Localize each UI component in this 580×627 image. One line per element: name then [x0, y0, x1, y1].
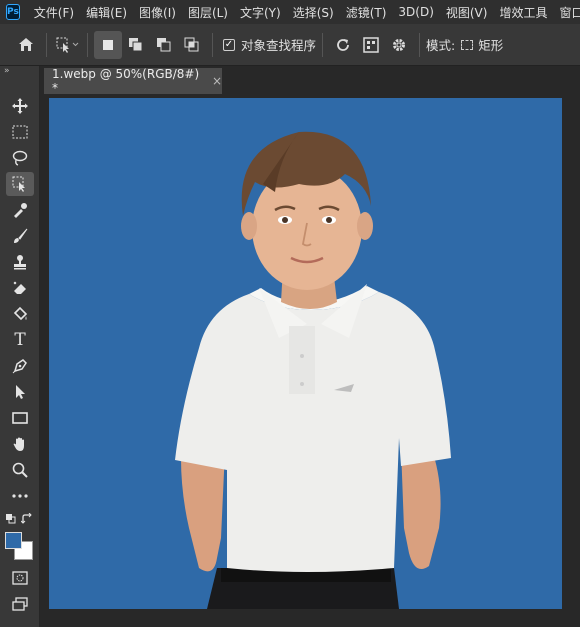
- menu-plugins[interactable]: 增效工具: [493, 4, 553, 21]
- object-selection-preset-icon[interactable]: [53, 31, 81, 59]
- rectangle-tool-icon[interactable]: [6, 406, 34, 430]
- home-icon[interactable]: [12, 31, 40, 59]
- divider: [212, 32, 213, 57]
- menu-image[interactable]: 图像(I): [133, 4, 182, 21]
- menu-window[interactable]: 窗口(W): [553, 4, 580, 21]
- swap-colors-icon[interactable]: [18, 512, 36, 526]
- object-finder-label: 对象查找程序: [241, 38, 317, 53]
- document-tab[interactable]: 1.webp @ 50%(RGB/8#) * ×: [44, 67, 222, 95]
- eyedropper-tool-icon[interactable]: [6, 198, 34, 222]
- tools-panel: » T: [0, 66, 40, 627]
- subtract-from-selection-icon[interactable]: [150, 31, 178, 59]
- refresh-icon[interactable]: [329, 31, 357, 59]
- object-selection-tool-icon[interactable]: [6, 172, 34, 196]
- mode-value: 矩形: [478, 38, 504, 53]
- rectangle-mode-icon: [461, 39, 474, 50]
- type-tool-icon[interactable]: T: [6, 328, 34, 352]
- photoshop-logo: Ps: [6, 4, 20, 20]
- close-tab-icon[interactable]: ×: [212, 74, 222, 88]
- more-tools-icon[interactable]: [6, 484, 34, 508]
- intersect-selection-icon[interactable]: [178, 31, 206, 59]
- divider: [322, 32, 324, 57]
- divider: [419, 32, 421, 57]
- hand-tool-icon[interactable]: [6, 432, 34, 456]
- settings-gear-icon[interactable]: [385, 31, 413, 59]
- paint-bucket-tool-icon[interactable]: [6, 302, 34, 326]
- menu-select[interactable]: 选择(S): [287, 4, 340, 21]
- new-selection-icon[interactable]: [94, 30, 122, 59]
- divider: [87, 32, 88, 57]
- move-tool-icon[interactable]: [6, 94, 34, 118]
- panel-collapse-icon[interactable]: »: [4, 66, 10, 76]
- screen-mode-icon[interactable]: [6, 592, 34, 616]
- menu-bar: Ps 文件(F) 编辑(E) 图像(I) 图层(L) 文字(Y) 选择(S) 滤…: [0, 0, 580, 24]
- eraser-tool-icon[interactable]: [6, 276, 34, 300]
- lasso-tool-icon[interactable]: [6, 146, 34, 170]
- menu-type[interactable]: 文字(Y): [234, 4, 287, 21]
- portrait-photo: [49, 98, 562, 609]
- foreground-color-swatch[interactable]: [5, 532, 22, 549]
- menu-view[interactable]: 视图(V): [440, 4, 494, 21]
- brush-tool-icon[interactable]: [6, 224, 34, 248]
- menu-filter[interactable]: 滤镜(T): [340, 4, 393, 21]
- document-image[interactable]: [49, 98, 562, 609]
- zoom-tool-icon[interactable]: [6, 458, 34, 482]
- menu-file[interactable]: 文件(F): [28, 4, 80, 21]
- menu-edit[interactable]: 编辑(E): [80, 4, 133, 21]
- pen-tool-icon[interactable]: [6, 354, 34, 378]
- object-finder-checkbox[interactable]: ✓: [223, 38, 235, 51]
- options-bar: ✓ 对象查找程序 模式: 矩形: [0, 24, 580, 66]
- path-selection-tool-icon[interactable]: [6, 380, 34, 404]
- clone-stamp-tool-icon[interactable]: [6, 250, 34, 274]
- document-tab-strip: 1.webp @ 50%(RGB/8#) * ×: [40, 66, 580, 95]
- canvas-area[interactable]: [40, 94, 580, 627]
- mode-label: 模式:: [426, 38, 456, 53]
- quick-mask-icon[interactable]: [6, 566, 34, 590]
- mode-dropdown[interactable]: 矩形: [461, 35, 503, 54]
- show-all-objects-icon[interactable]: [357, 31, 385, 59]
- divider: [46, 32, 47, 57]
- menu-3d[interactable]: 3D(D): [392, 5, 439, 19]
- marquee-tool-icon[interactable]: [6, 120, 34, 144]
- document-tab-title: 1.webp @ 50%(RGB/8#) *: [52, 67, 200, 95]
- add-to-selection-icon[interactable]: [122, 31, 150, 59]
- menu-layer[interactable]: 图层(L): [182, 4, 234, 21]
